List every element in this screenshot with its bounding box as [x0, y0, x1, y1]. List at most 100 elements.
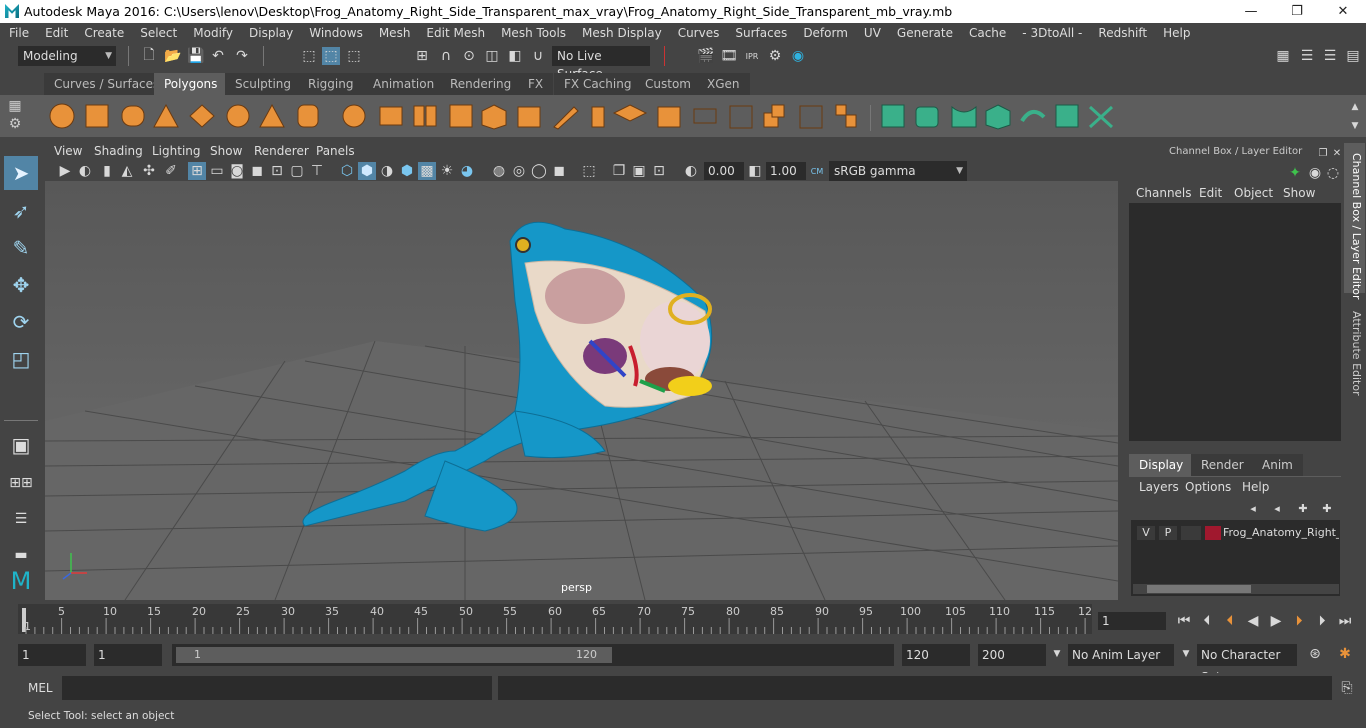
xray-icon[interactable]: ◕ — [458, 162, 476, 180]
tab-fx-caching[interactable]: FX Caching — [554, 73, 642, 95]
ambient-occlusion-icon[interactable]: ◍ — [490, 162, 508, 180]
select-tool-icon[interactable]: ➤ — [4, 156, 38, 190]
antialiasing-icon[interactable]: ◯ — [530, 162, 548, 180]
playback-end-field[interactable]: 120 — [902, 644, 970, 666]
tab-animation[interactable]: Animation — [363, 73, 445, 95]
grease-pencil-icon[interactable]: ✐ — [162, 162, 180, 180]
shelf-settings-icon[interactable]: ⚙ — [6, 115, 24, 133]
tab-sculpting[interactable]: Sculpting — [225, 73, 302, 95]
time-slider[interactable]: 1 5 10 15 20 25 30 35 40 45 50 55 60 65 … — [18, 604, 1092, 634]
playback-start-field[interactable]: 1 — [94, 644, 162, 666]
animation-start-field[interactable]: 1 — [18, 644, 86, 666]
menu-modify[interactable]: Modify — [184, 26, 240, 40]
render-frame-icon[interactable]: 🎬 — [697, 47, 715, 65]
redo-icon[interactable]: ↷ — [233, 47, 251, 65]
scale-tool-icon[interactable]: ◰ — [4, 342, 38, 376]
gamma-icon[interactable]: ◧ — [746, 162, 764, 180]
script-editor-icon[interactable]: ⎘ — [1338, 679, 1356, 697]
select-object-icon[interactable]: ⬚ — [322, 47, 340, 65]
menu-uv[interactable]: UV — [855, 26, 888, 40]
step-forward-icon[interactable]: ⏵ — [1313, 612, 1331, 630]
menu-redshift[interactable]: Redshift — [1089, 26, 1154, 40]
panel-menu-panels[interactable]: Panels — [316, 144, 355, 158]
mel-label[interactable]: MEL — [28, 681, 53, 695]
menu-select[interactable]: Select — [131, 26, 184, 40]
shelf-scroll-down-icon[interactable]: ▼ — [1346, 117, 1364, 135]
go-to-start-icon[interactable]: ⏮ — [1175, 612, 1193, 630]
bookmark-icon[interactable]: ▮ — [98, 162, 116, 180]
textured-icon[interactable]: ⬢ — [398, 162, 416, 180]
lasso-tool-icon[interactable]: ➶ — [4, 194, 38, 228]
show-menu[interactable]: Show — [1283, 186, 1315, 200]
menu-deform[interactable]: Deform — [794, 26, 855, 40]
tab-xgen[interactable]: XGen — [697, 73, 750, 95]
layer-color-swatch[interactable] — [1205, 526, 1221, 540]
menu-display[interactable]: Display — [240, 26, 300, 40]
manipulator-icon[interactable]: ✦ — [1286, 164, 1304, 182]
outliner-layout-icon[interactable]: ☰ — [4, 502, 38, 536]
mode-dropdown[interactable]: Modeling ▼ — [18, 46, 116, 66]
open-scene-icon[interactable]: 📂 — [164, 47, 182, 65]
current-frame-field[interactable]: 1 — [1098, 612, 1166, 630]
object-menu[interactable]: Object — [1234, 186, 1273, 200]
menu-edit-mesh[interactable]: Edit Mesh — [417, 26, 492, 40]
step-forward-key-icon[interactable]: ⏵ — [1290, 612, 1308, 630]
safe-title-icon[interactable]: ⊤ — [308, 162, 326, 180]
gamma-field[interactable]: 1.00 — [766, 162, 806, 180]
menu-file[interactable]: File — [0, 26, 36, 40]
select-component-icon[interactable]: ⬚ — [345, 47, 363, 65]
close-button[interactable]: ✕ — [1320, 0, 1366, 23]
film-gate-icon[interactable]: ▭ — [208, 162, 226, 180]
tool-settings-toggle-icon[interactable]: ☰ — [1321, 47, 1339, 65]
frame-all-icon[interactable]: ⊡ — [650, 162, 668, 180]
menu-cache[interactable]: Cache — [960, 26, 1013, 40]
menu-mesh-display[interactable]: Mesh Display — [573, 26, 669, 40]
ipr-render-icon[interactable]: IPR — [743, 47, 761, 65]
chevron-down-icon[interactable]: ▼ — [1048, 645, 1066, 663]
use-all-lights-icon[interactable]: ▩ — [418, 162, 436, 180]
step-back-icon[interactable]: ⏴ — [1198, 612, 1216, 630]
range-slider[interactable]: 1 120 — [172, 644, 894, 666]
menu-curves[interactable]: Curves — [669, 26, 727, 40]
menu-mesh-tools[interactable]: Mesh Tools — [492, 26, 573, 40]
workspace-icon[interactable]: ▦ — [1274, 47, 1292, 65]
panel-menu-lighting[interactable]: Lighting — [152, 144, 201, 158]
menu-generate[interactable]: Generate — [888, 26, 960, 40]
channels-menu[interactable]: Channels — [1136, 186, 1192, 200]
new-layer-icon[interactable]: ✚ — [1294, 499, 1312, 517]
exposure-icon[interactable]: ◐ — [682, 162, 700, 180]
tab-rigging[interactable]: Rigging — [298, 73, 364, 95]
layer-playback-toggle[interactable]: P — [1159, 526, 1177, 540]
menu-surfaces[interactable]: Surfaces — [726, 26, 794, 40]
maya-home-icon[interactable]: M — [4, 564, 38, 598]
command-input[interactable] — [62, 676, 492, 700]
gate-mask-icon[interactable]: ◼ — [248, 162, 266, 180]
range-slider-handle[interactable]: 1 120 — [176, 647, 612, 663]
wireframe-icon[interactable]: ⬡ — [338, 162, 356, 180]
render-settings-icon[interactable]: ⚙ — [766, 47, 784, 65]
layer-scrollbar[interactable] — [1133, 584, 1339, 594]
menu-windows[interactable]: Windows — [300, 26, 370, 40]
paint-select-tool-icon[interactable]: ✎ — [4, 231, 38, 265]
go-to-end-icon[interactable]: ⏭ — [1336, 612, 1354, 630]
exposure-field[interactable]: 0.00 — [704, 162, 744, 180]
new-scene-icon[interactable]: 🗋 — [140, 47, 158, 65]
perspective-viewport[interactable]: persp — [45, 181, 1118, 600]
layers-menu[interactable]: Layers — [1139, 480, 1179, 494]
anim-layer-dropdown[interactable]: No Anim Layer — [1068, 644, 1174, 666]
tab-polygons[interactable]: Polygons — [154, 73, 228, 95]
restore-button[interactable]: ❐ — [1274, 0, 1320, 23]
play-backwards-icon[interactable]: ◀ — [1244, 612, 1262, 630]
wireframe-on-shaded-icon[interactable]: ◑ — [378, 162, 396, 180]
side-tab-attribute-editor[interactable]: Attribute Editor — [1345, 311, 1363, 396]
layer-name[interactable]: Frog_Anatomy_Right_S — [1223, 526, 1339, 540]
new-layer-selected-icon[interactable]: ✚ — [1318, 499, 1336, 517]
layer-type-toggle[interactable] — [1181, 526, 1201, 540]
attribute-editor-toggle-icon[interactable]: ☰ — [1298, 47, 1316, 65]
tab-render[interactable]: Render — [1191, 454, 1254, 476]
channel-box-toggle-icon[interactable]: ▤ — [1344, 47, 1362, 65]
undo-icon[interactable]: ↶ — [209, 47, 227, 65]
smooth-shade-icon[interactable]: ⬢ — [358, 162, 376, 180]
chevron-down-icon[interactable]: ▼ — [1177, 645, 1195, 663]
color-management-icon[interactable]: CM — [808, 162, 826, 180]
